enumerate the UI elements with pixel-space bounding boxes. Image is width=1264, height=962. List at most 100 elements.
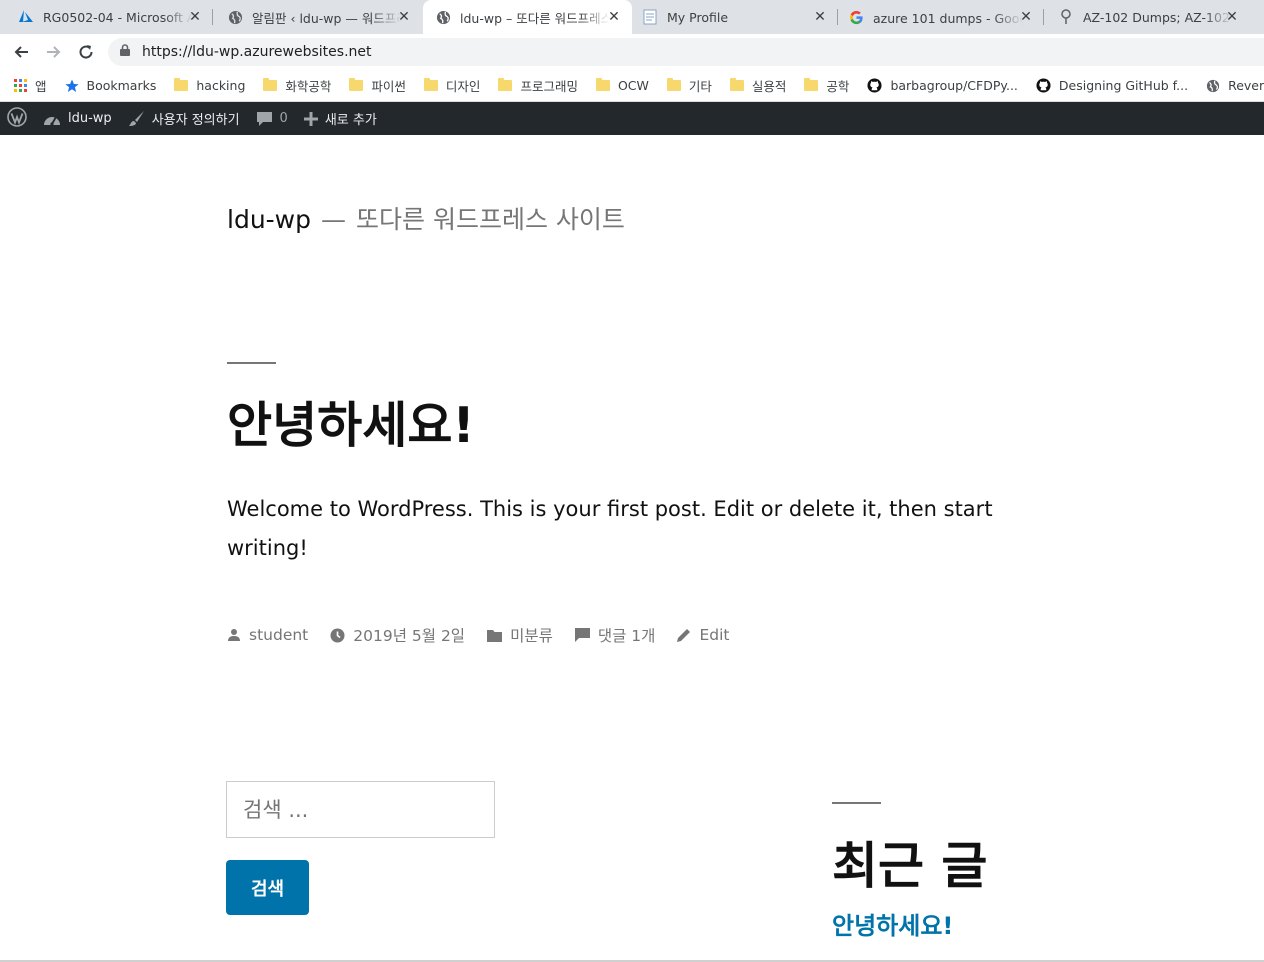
bookmarks-bar: 앱 Bookmarks hacking 화학공학 파이썬 디자인 프로그래밍 O… — [0, 70, 1264, 102]
folder-icon — [349, 78, 364, 91]
close-tab-icon[interactable]: ✕ — [1018, 9, 1034, 25]
globe-icon — [1206, 79, 1220, 93]
bookmark-folder-programming[interactable]: 프로그래밍 — [498, 76, 578, 95]
bookmark-label: OCW — [617, 78, 649, 93]
tab-title: 알림판 ‹ ldu-wp — 워드프레스 — [252, 10, 402, 26]
bookmark-folder-engineering[interactable]: 공학 — [804, 76, 849, 95]
tab-title: AZ-102 Dumps; AZ-102 Practice — [1083, 9, 1233, 25]
tab-title: azure 101 dumps - Google 검색 — [873, 10, 1023, 26]
post-edit-text: Edit — [699, 626, 730, 644]
post-comments-text: 댓글 1개 — [597, 627, 656, 645]
close-tab-icon[interactable]: ✕ — [396, 9, 412, 25]
bookmark-reverse-engineering[interactable]: Reverse Engi — [1206, 78, 1264, 93]
bookmark-label: Designing GitHub f... — [1058, 78, 1189, 93]
tab-azure-portal[interactable]: RG0502-04 - Microsoft Azure ✕ — [0, 0, 213, 34]
post-date[interactable]: 2019년 5월 2일 — [330, 624, 465, 646]
folder-icon — [487, 629, 503, 642]
comments-link[interactable]: 0 — [256, 111, 288, 127]
forward-button[interactable] — [42, 40, 66, 64]
folder-icon — [666, 78, 681, 91]
clock-icon — [330, 628, 345, 643]
wordpress-logo-button[interactable] — [7, 106, 27, 131]
post-author[interactable]: student — [227, 626, 308, 644]
tab-google-search[interactable]: azure 101 dumps - Google 검색 ✕ — [838, 0, 1044, 34]
bookmark-apps[interactable]: 앱 — [14, 76, 47, 95]
tab-ldu-wp-site[interactable]: ldu-wp – 또다른 워드프레스 사이트 ✕ — [423, 0, 632, 34]
tab-az102-dumps[interactable]: AZ-102 Dumps; AZ-102 Practice ✕ — [1044, 0, 1250, 34]
paintbrush-icon — [128, 110, 145, 127]
azure-icon — [18, 9, 34, 25]
post-title[interactable]: 안녕하세요! — [227, 386, 475, 457]
person-icon — [227, 628, 241, 642]
wordpress-logo-icon — [7, 106, 27, 131]
wp-admin-bar: ldu-wp 사용자 정의하기 0 새로 추가 — [0, 102, 1264, 135]
tab-title: RG0502-04 - Microsoft Azure — [43, 9, 193, 25]
bookmark-bookmarks[interactable]: Bookmarks — [64, 78, 156, 93]
bookmark-label: 기타 — [688, 79, 712, 94]
post-category-text: 미분류 — [510, 627, 553, 645]
tab-title: My Profile — [667, 9, 729, 25]
tab-wp-dashboard[interactable]: 알림판 ‹ ldu-wp — 워드프레스 ✕ — [213, 0, 422, 34]
pin-icon — [1058, 9, 1074, 25]
folder-icon — [804, 78, 819, 91]
bookmark-github-cfdpython[interactable]: barbagroup/CFDPy... — [867, 78, 1018, 93]
site-title-link[interactable]: ldu-wp — [227, 205, 311, 234]
recent-post-link[interactable]: 안녕하세요! — [832, 906, 953, 941]
dashboard-gauge-icon — [43, 112, 61, 126]
site-name-menu[interactable]: ldu-wp — [43, 111, 112, 126]
close-tab-icon[interactable]: ✕ — [187, 9, 203, 25]
bookmark-label: 프로그래밍 — [520, 79, 578, 94]
site-name-label: ldu-wp — [68, 111, 112, 126]
folder-icon — [595, 78, 610, 91]
pencil-icon — [677, 628, 691, 642]
site-branding: ldu-wp — 또다른 워드프레스 사이트 — [227, 200, 625, 236]
folder-icon — [498, 78, 513, 91]
post-category[interactable]: 미분류 — [487, 624, 553, 646]
bookmark-github-designing[interactable]: Designing GitHub f... — [1036, 78, 1188, 93]
google-icon — [848, 9, 864, 25]
close-tab-icon[interactable]: ✕ — [606, 9, 622, 25]
reload-icon — [79, 45, 93, 59]
search-button[interactable]: 검색 — [226, 860, 309, 915]
customize-link[interactable]: 사용자 정의하기 — [128, 109, 240, 128]
bookmark-label: 파이썬 — [371, 79, 406, 94]
bookmark-label: 공학 — [826, 79, 850, 94]
new-content-menu[interactable]: 새로 추가 — [303, 109, 377, 128]
forward-arrow-icon — [47, 46, 61, 58]
browser-toolbar: https://ldu-wp.azurewebsites.net — [0, 34, 1264, 70]
back-button[interactable] — [9, 40, 33, 64]
bookmark-label: Reverse Engi — [1228, 78, 1264, 93]
bookmark-folder-design[interactable]: 디자인 — [423, 76, 480, 95]
bookmark-label: hacking — [196, 78, 246, 93]
post-content: Welcome to WordPress. This is your first… — [227, 497, 993, 560]
reload-button[interactable] — [74, 40, 98, 64]
post-date-text: 2019년 5월 2일 — [353, 627, 466, 645]
post-edit-link[interactable]: Edit — [677, 626, 729, 644]
search-input[interactable] — [226, 781, 495, 838]
post-comments-link[interactable]: 댓글 1개 — [574, 624, 656, 646]
tab-my-profile[interactable]: My Profile ✕ — [632, 0, 838, 34]
bookmark-folder-practical[interactable]: 실용적 — [729, 76, 787, 95]
bookmark-folder-python[interactable]: 파이썬 — [349, 76, 406, 95]
title-separator: — — [321, 205, 346, 234]
browser-tab-strip: RG0502-04 - Microsoft Azure ✕ 알림판 ‹ ldu-… — [0, 0, 1264, 34]
post-meta: student 2019년 5월 2일 미분류 댓글 1개 Edit — [227, 624, 751, 646]
folder-icon — [174, 78, 189, 91]
address-bar[interactable]: https://ldu-wp.azurewebsites.net — [108, 38, 1264, 66]
plus-icon — [303, 111, 318, 126]
folder-icon — [263, 78, 278, 91]
comments-count: 0 — [279, 111, 288, 126]
bookmark-label: 앱 — [35, 79, 47, 94]
bookmark-folder-etc[interactable]: 기타 — [666, 76, 712, 95]
close-tab-icon[interactable]: ✕ — [1224, 9, 1240, 25]
apps-grid-icon — [14, 79, 27, 92]
comment-bubble-icon — [256, 111, 273, 127]
tab-title: ldu-wp – 또다른 워드프레스 사이트 — [460, 10, 610, 26]
bookmark-folder-hacking[interactable]: hacking — [174, 78, 245, 93]
close-tab-icon[interactable]: ✕ — [812, 9, 828, 25]
bookmark-label: 실용적 — [751, 79, 787, 94]
bookmark-label: barbagroup/CFDPy... — [890, 78, 1018, 93]
bookmark-folder-ocw[interactable]: OCW — [595, 78, 649, 93]
bookmark-folder-chemical-engineering[interactable]: 화학공학 — [263, 76, 331, 95]
new-content-label: 새로 추가 — [324, 113, 377, 128]
